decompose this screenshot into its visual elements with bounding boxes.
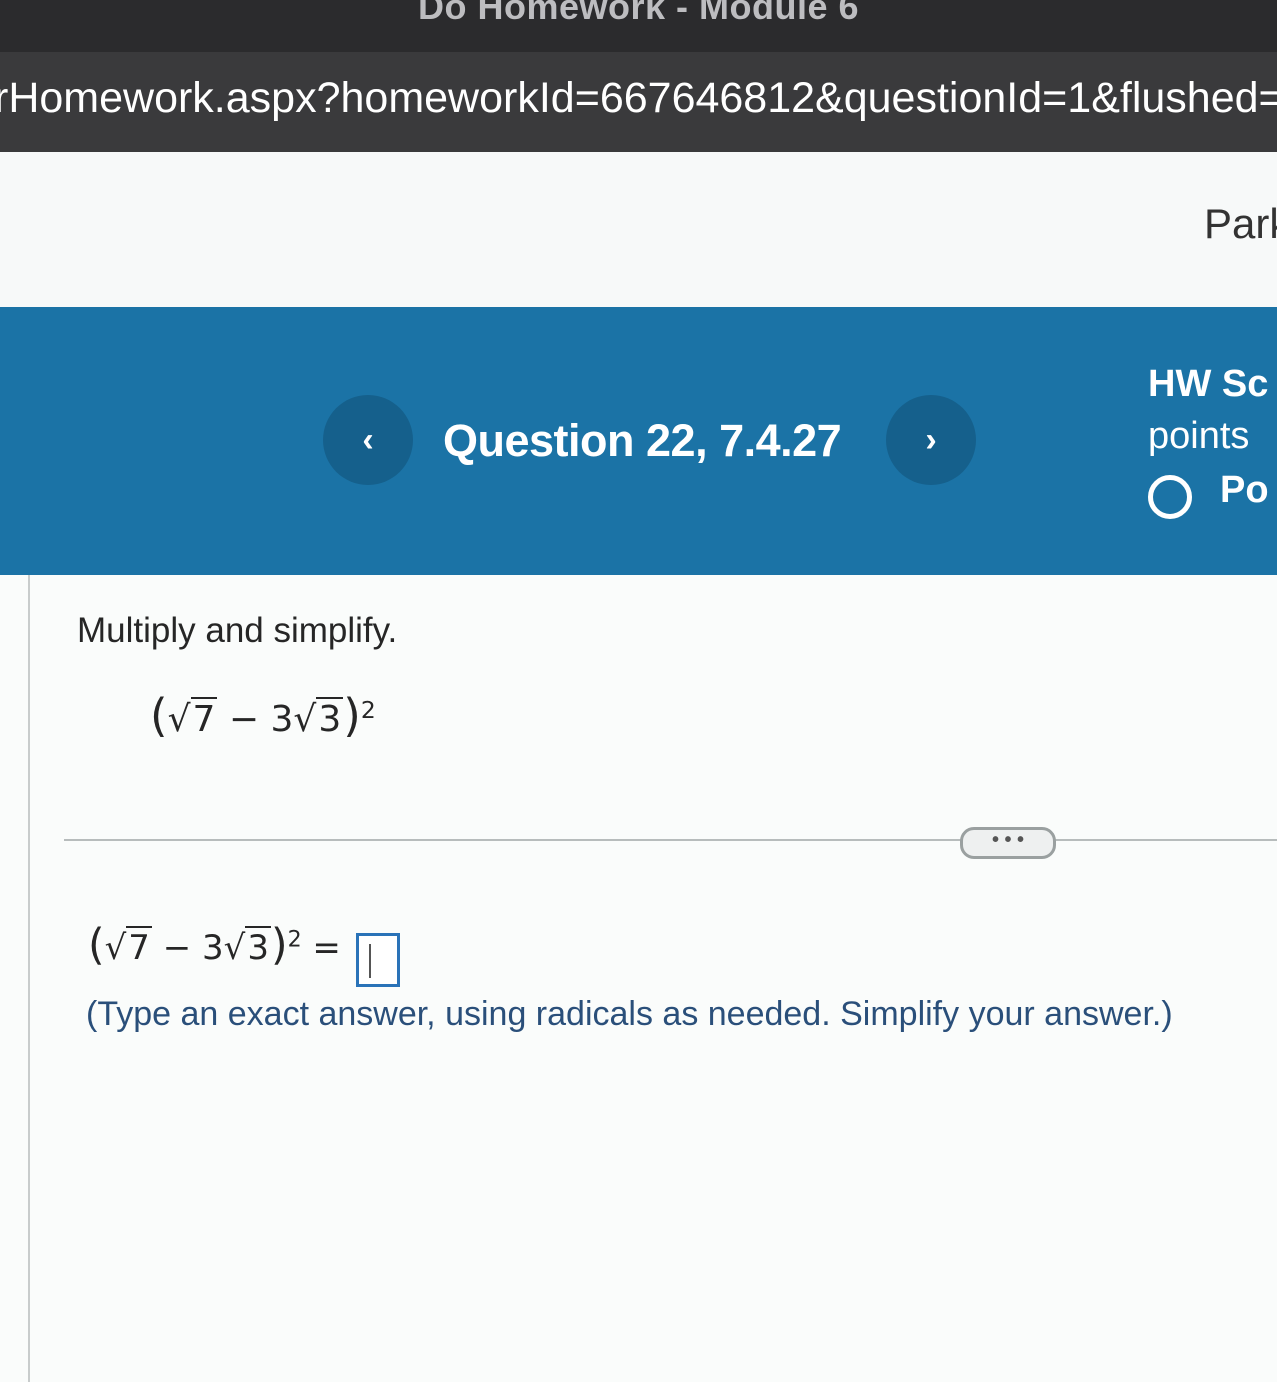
problem-instruction: Multiply and simplify.	[77, 611, 398, 650]
top-header: Park	[0, 152, 1277, 307]
radical-sign-icon: √	[223, 928, 246, 968]
open-paren: (	[150, 689, 168, 742]
radical-sign-icon: √	[293, 699, 317, 740]
radicand-second: 3	[245, 926, 271, 968]
answer-input[interactable]	[356, 933, 400, 987]
radical-sign-icon: √	[104, 928, 127, 968]
radicand-second: 3	[316, 697, 344, 740]
text-caret	[369, 944, 371, 978]
question-content: Multiply and simplify. (√7 − 3√3)2 • • •…	[0, 575, 1277, 1382]
address-bar[interactable]: rHomework.aspx?homeworkId=667646812&ques…	[0, 52, 1277, 152]
radicand-first: 7	[126, 926, 152, 968]
exponent: 2	[287, 926, 302, 953]
question-navigation-bar: ‹ Question 22, 7.4.27 › HW Sc points Po	[0, 307, 1277, 575]
operator-term: − 3	[217, 699, 294, 740]
open-paren: (	[88, 921, 105, 970]
more-options-button[interactable]: • • •	[960, 827, 1056, 859]
section-divider	[64, 839, 1277, 841]
previous-question-button[interactable]: ‹	[323, 395, 413, 485]
address-url[interactable]: rHomework.aspx?homeworkId=667646812&ques…	[0, 74, 1277, 123]
close-paren: )	[343, 689, 361, 742]
close-paren: )	[270, 921, 288, 970]
radical-sign-icon: √	[167, 699, 191, 740]
account-link[interactable]: Park	[1204, 200, 1277, 248]
next-question-button[interactable]: ›	[886, 395, 976, 485]
circle-status-icon	[1148, 475, 1192, 519]
exponent: 2	[360, 696, 376, 724]
points-status: Po	[1220, 469, 1269, 511]
chevron-left-icon: ‹	[362, 420, 374, 459]
answer-hint: (Type an exact answer, using radicals as…	[86, 995, 1173, 1033]
content-left-border	[28, 575, 30, 1382]
window-title: Do Homework - Module 6	[417, 0, 860, 27]
operator-term: − 3	[151, 928, 224, 968]
problem-expression: (√7 − 3√3)2	[150, 689, 376, 742]
chevron-right-icon: ›	[925, 420, 937, 459]
points-label: points	[1148, 415, 1250, 457]
question-title: Question 22, 7.4.27	[443, 415, 842, 466]
hw-score-heading: HW Sc	[1148, 363, 1269, 405]
answer-expression: (√7 − 3√3)2 =	[88, 921, 341, 970]
equals-sign: =	[301, 928, 341, 968]
radicand-first: 7	[190, 697, 218, 740]
window-title-bar: Do Homework - Module 6	[0, 0, 1277, 52]
